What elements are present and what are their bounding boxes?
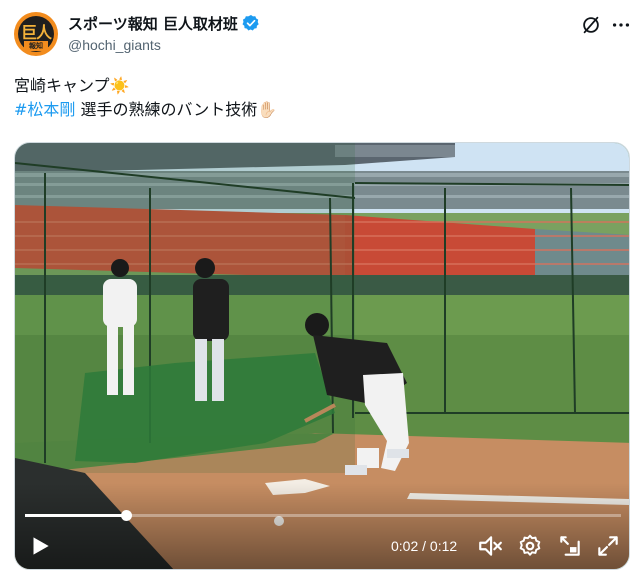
- tweet-header: 巨人 報知 スポーツ報知 巨人取材班 @hochi_giants: [0, 0, 640, 64]
- pip-icon[interactable]: [557, 533, 583, 559]
- avatar-subtext: 報知: [24, 41, 48, 51]
- play-icon[interactable]: [27, 533, 53, 559]
- name-row: スポーツ報知 巨人取材班: [68, 12, 260, 34]
- handle[interactable]: @hochi_giants: [68, 37, 161, 53]
- raised-hand-emoji-icon: ✋🏻: [257, 100, 278, 119]
- avatar-text: 巨人: [20, 23, 52, 42]
- volume-icon[interactable]: [477, 533, 503, 559]
- verified-badge-icon: [242, 14, 259, 31]
- tweet-line-1: 宮崎キャンプ☀️: [14, 74, 626, 98]
- video-controls: 0:02 / 0:12: [15, 525, 629, 569]
- video-time: 0:02 / 0:12: [391, 538, 457, 554]
- tweet-line-2-text: 選手の熟練のバント技術: [75, 100, 258, 119]
- grok-icon[interactable]: [580, 14, 602, 36]
- tweet-text: 宮崎キャンプ☀️ #松本剛 選手の熟練のバント技術✋🏻: [14, 74, 626, 122]
- current-time: 0:02: [391, 538, 419, 554]
- fullscreen-icon[interactable]: [595, 533, 621, 559]
- display-name[interactable]: スポーツ報知 巨人取材班: [68, 13, 238, 34]
- video-progress-fill: [25, 514, 127, 517]
- sun-emoji-icon: ☀️: [109, 76, 130, 95]
- avatar[interactable]: 巨人 報知: [14, 12, 58, 56]
- tweet-line-2: #松本剛 選手の熟練のバント技術✋🏻: [14, 98, 626, 122]
- more-icon[interactable]: [610, 14, 632, 36]
- video-progress-bar[interactable]: [25, 510, 621, 521]
- video-player[interactable]: 0:02 / 0:12: [14, 142, 630, 570]
- settings-icon[interactable]: [517, 533, 543, 559]
- tweet-line-1-text: 宮崎キャンプ: [14, 76, 110, 95]
- hashtag-link[interactable]: #松本剛: [14, 100, 75, 119]
- video-frame: [15, 143, 629, 569]
- duration: 0:12: [429, 538, 458, 554]
- time-separator: /: [418, 538, 430, 554]
